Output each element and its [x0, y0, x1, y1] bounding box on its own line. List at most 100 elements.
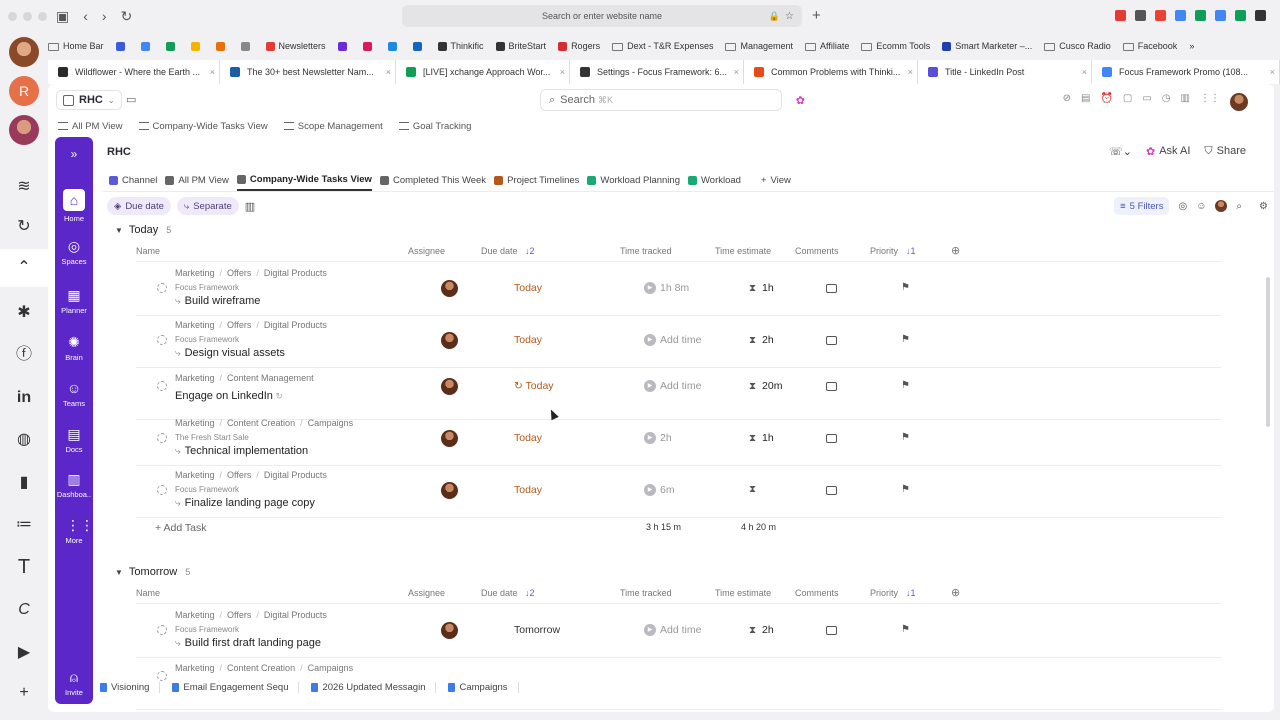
extension-icon[interactable] — [1115, 10, 1126, 21]
column-priority[interactable]: Priority — [870, 588, 898, 598]
close-icon[interactable]: × — [386, 67, 391, 77]
gmail-icon[interactable] — [1155, 10, 1166, 21]
user-avatar[interactable] — [1230, 93, 1248, 111]
sidebar-item-spaces[interactable]: ◎ Spaces — [55, 238, 93, 266]
sort-indicator[interactable]: ↓2 — [525, 588, 535, 598]
time-tracked[interactable]: ▶ 6m — [644, 484, 675, 496]
docs-icon[interactable]: ▥ — [1181, 93, 1190, 111]
add-column-icon[interactable]: ⊕ — [951, 586, 960, 599]
bookmark-item[interactable] — [337, 41, 351, 52]
parent-task[interactable]: The Fresh Start Sale — [175, 433, 249, 442]
group-header[interactable]: ▼ Tomorrow 5 — [115, 566, 190, 578]
add-column-icon[interactable]: ⊕ — [951, 244, 960, 257]
app-icon[interactable]: ≔ — [16, 517, 32, 533]
drive-icon[interactable] — [1195, 10, 1206, 21]
doc-tab[interactable]: Email Engagement Sequ — [172, 682, 300, 693]
favorite-item[interactable]: Company-Wide Tasks View — [138, 121, 268, 132]
task-name[interactable]: Engage on LinkedIn ↻ — [175, 390, 283, 402]
breadcrumb-item[interactable]: Marketing — [175, 610, 215, 620]
bookmark-item[interactable]: Newsletters — [265, 41, 326, 52]
new-tab-icon[interactable]: + — [812, 7, 821, 24]
task-name[interactable]: ⤷ Build wireframe — [175, 295, 260, 307]
due-date[interactable]: Today — [514, 484, 542, 496]
column-due[interactable]: Due date — [481, 246, 518, 256]
breadcrumb-item[interactable]: Marketing — [175, 268, 215, 278]
task-row[interactable]: Marketing / Content Creation / Campaigns The … — [136, 414, 1221, 466]
priority-flag-icon[interactable]: ⚑ — [901, 380, 910, 391]
workspace-switcher[interactable]: RHC ⌄ — [56, 90, 122, 110]
bookmark-item[interactable]: Smart Marketer –... — [942, 41, 1032, 52]
clickup-icon[interactable]: ⌃ — [0, 249, 48, 287]
tab-view[interactable]: Workload Planning — [587, 169, 680, 191]
play-icon[interactable]: ▶ — [644, 432, 656, 444]
browser-tab[interactable]: Common Problems with Thinki... × — [744, 60, 918, 84]
ask-ai-button[interactable]: ✿ Ask AI — [1146, 145, 1190, 158]
share-button[interactable]: ⛉ Share — [1204, 145, 1246, 158]
app-icon[interactable]: ↻ — [16, 219, 32, 235]
column-name[interactable]: Name — [136, 246, 160, 256]
phone-icon[interactable]: ☏⌄ — [1109, 145, 1132, 158]
play-icon[interactable]: ▶ — [644, 334, 656, 346]
play-icon[interactable]: ▶ — [644, 624, 656, 636]
inbox-icon[interactable]: ▤ — [1081, 93, 1090, 111]
app-icon[interactable]: T — [16, 557, 32, 577]
bookmark-item[interactable] — [165, 41, 179, 52]
column-due[interactable]: Due date — [481, 588, 518, 598]
app-icon[interactable]: ≋ — [16, 179, 32, 195]
bookmark-item[interactable]: Management — [725, 41, 793, 51]
more-bookmarks-icon[interactable]: » — [1189, 41, 1194, 51]
linkedin-icon[interactable]: in — [16, 390, 32, 406]
assignee-avatar[interactable] — [441, 622, 458, 639]
browser-tab[interactable]: [LIVE] xchange Approach Wor... × — [396, 60, 570, 84]
browser-tab[interactable]: Focus Framework Promo (108... × — [1092, 60, 1280, 84]
bookmark-item[interactable] — [115, 41, 129, 52]
breadcrumb-item[interactable]: Offers — [227, 268, 251, 278]
breadcrumb-item[interactable]: Offers — [227, 610, 251, 620]
column-priority[interactable]: Priority — [870, 246, 898, 256]
comment-icon[interactable] — [826, 382, 837, 391]
bookmark-item[interactable]: Dext - T&R Expenses — [612, 41, 713, 51]
bookmark-item[interactable] — [412, 41, 426, 52]
breadcrumb-item[interactable]: Campaigns — [308, 418, 354, 428]
bookmark-item[interactable] — [362, 41, 376, 52]
chart-app-icon[interactable]: ▮ — [16, 475, 32, 491]
app-icon[interactable]: ◍ — [16, 432, 32, 448]
tab-view[interactable]: Project Timelines — [494, 169, 579, 191]
assignee-avatar[interactable] — [441, 332, 458, 349]
time-estimate[interactable]: ⧗ 1h — [749, 282, 774, 294]
time-estimate[interactable]: ⧗ 2h — [749, 334, 774, 346]
tab-view[interactable]: Channel — [109, 169, 157, 191]
breadcrumb-item[interactable]: Campaigns — [308, 663, 354, 673]
status-icon[interactable] — [157, 335, 167, 345]
close-icon[interactable]: × — [734, 67, 739, 77]
breadcrumb-item[interactable]: Digital Products — [264, 320, 327, 330]
task-name[interactable]: ⤷ Finalize landing page copy — [175, 497, 315, 509]
priority-flag-icon[interactable]: ⚑ — [901, 334, 910, 345]
sidebar-toggle-icon[interactable]: ▣ — [56, 8, 69, 25]
notepad-icon[interactable]: ▢ — [1123, 93, 1132, 111]
browser-tab[interactable]: Wildflower - Where the Earth ... × — [48, 60, 220, 84]
video-icon[interactable]: ▭ — [1142, 93, 1151, 111]
star-icon[interactable]: ☆ — [785, 11, 794, 22]
time-estimate[interactable]: ⧗ 1h — [749, 432, 774, 444]
task-name[interactable]: ⤷ Design visual assets — [175, 347, 285, 359]
caret-down-icon[interactable]: ▼ — [115, 568, 123, 577]
status-icon[interactable] — [157, 671, 167, 681]
assignee-avatar[interactable] — [441, 482, 458, 499]
sidebar-item-invite[interactable]: ⍝ Invite — [55, 669, 93, 697]
slack-icon[interactable]: ✱ — [16, 305, 32, 321]
caret-down-icon[interactable]: ▼ — [115, 226, 123, 235]
back-icon[interactable]: ‹ — [83, 8, 88, 25]
forward-icon[interactable]: › — [102, 8, 107, 25]
status-icon[interactable] — [157, 283, 167, 293]
due-date[interactable]: Today — [514, 334, 542, 346]
clock-icon[interactable]: ◷ — [1162, 93, 1171, 111]
sidebar-item-brain[interactable]: ✺ Brain — [55, 334, 93, 362]
assignee-avatar[interactable] — [441, 378, 458, 395]
sort-indicator[interactable]: ↓1 — [906, 588, 916, 598]
sort-indicator[interactable]: ↓2 — [525, 246, 535, 256]
close-icon[interactable]: × — [908, 67, 913, 77]
status-icon[interactable] — [157, 381, 167, 391]
check-circle-icon[interactable]: ◎ — [1178, 201, 1187, 212]
subtasks-chip[interactable]: ⤷ Separate — [176, 197, 239, 215]
